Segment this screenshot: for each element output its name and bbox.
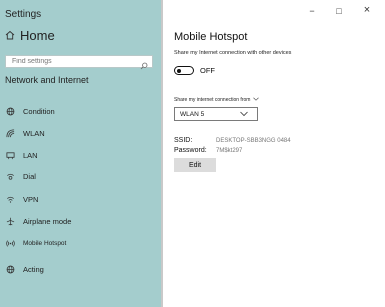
sidebar-item-acting[interactable]: Acting (5, 262, 155, 276)
airplane-icon (5, 216, 15, 226)
sidebar-item-wlan[interactable]: WLAN (5, 126, 155, 140)
sidebar-item-condition[interactable]: Condition (5, 104, 155, 118)
edit-button[interactable]: Edit (174, 158, 216, 172)
proxy-icon (5, 264, 15, 274)
page-title: Mobile Hotspot (174, 31, 248, 43)
wifi-icon (5, 128, 15, 138)
home-icon (5, 28, 15, 43)
share-from-select[interactable]: WLAN 5 (174, 107, 258, 121)
minimize-button[interactable]: − (305, 6, 319, 16)
toggle-knob (177, 68, 181, 73)
ssid-label: SSID: (174, 137, 193, 144)
close-button[interactable]: × (360, 4, 374, 16)
sidebar-item-lan[interactable]: LAN (5, 148, 155, 162)
hotspot-description: Share my Internet connection with other … (174, 50, 292, 56)
sidebar-item-label: Airplane mode (23, 216, 72, 226)
hotspot-toggle[interactable] (174, 66, 194, 75)
sidebar-item-label: VPN (23, 194, 39, 204)
sidebar-item-airplane-mode[interactable]: Airplane mode (5, 214, 155, 228)
chevron-down-icon (240, 111, 248, 119)
share-from-label[interactable]: Share my internet connection from (174, 97, 260, 103)
sidebar-item-label: WLAN (23, 128, 45, 138)
chevron-down-icon (253, 97, 260, 103)
globe-icon (5, 106, 15, 116)
sidebar-scrollbar[interactable] (161, 0, 163, 307)
ssid-value: DESKTOP-SBB3NGG 0484 (216, 138, 291, 144)
toggle-state-label: OFF (200, 66, 215, 75)
home-nav-item[interactable]: Home (5, 28, 55, 43)
sidebar-item-label: Condition (23, 106, 55, 116)
maximize-button[interactable]: □ (332, 6, 346, 16)
sidebar-item-label: Dial (23, 171, 36, 181)
share-from-text: Share my internet connection from (174, 97, 251, 103)
search-box[interactable] (5, 55, 153, 70)
ethernet-icon (5, 150, 15, 160)
sidebar-item-dial[interactable]: Dial (5, 169, 155, 183)
section-title: Network and Internet (5, 75, 89, 85)
share-from-value: WLAN 5 (180, 110, 205, 118)
sidebar-item-label: Acting (23, 264, 44, 274)
vpn-icon (5, 194, 15, 204)
sidebar-item-label: Mobile Hotspot (23, 239, 67, 247)
sidebar-item-mobile-hotspot[interactable]: Mobile Hotspot (5, 236, 155, 250)
app-title: Settings (5, 9, 42, 20)
sidebar-item-vpn[interactable]: VPN (5, 192, 155, 206)
search-icon[interactable] (140, 57, 148, 75)
sidebar-item-label: LAN (23, 150, 38, 160)
password-value: 7M$kt297 (216, 148, 243, 154)
hotspot-icon (5, 238, 15, 248)
home-label: Home (20, 28, 55, 43)
password-label: Password: (174, 147, 207, 154)
dialup-icon (5, 171, 15, 181)
search-input[interactable] (6, 56, 142, 67)
sidebar: Settings Home Network and Internet Condi… (0, 0, 161, 307)
